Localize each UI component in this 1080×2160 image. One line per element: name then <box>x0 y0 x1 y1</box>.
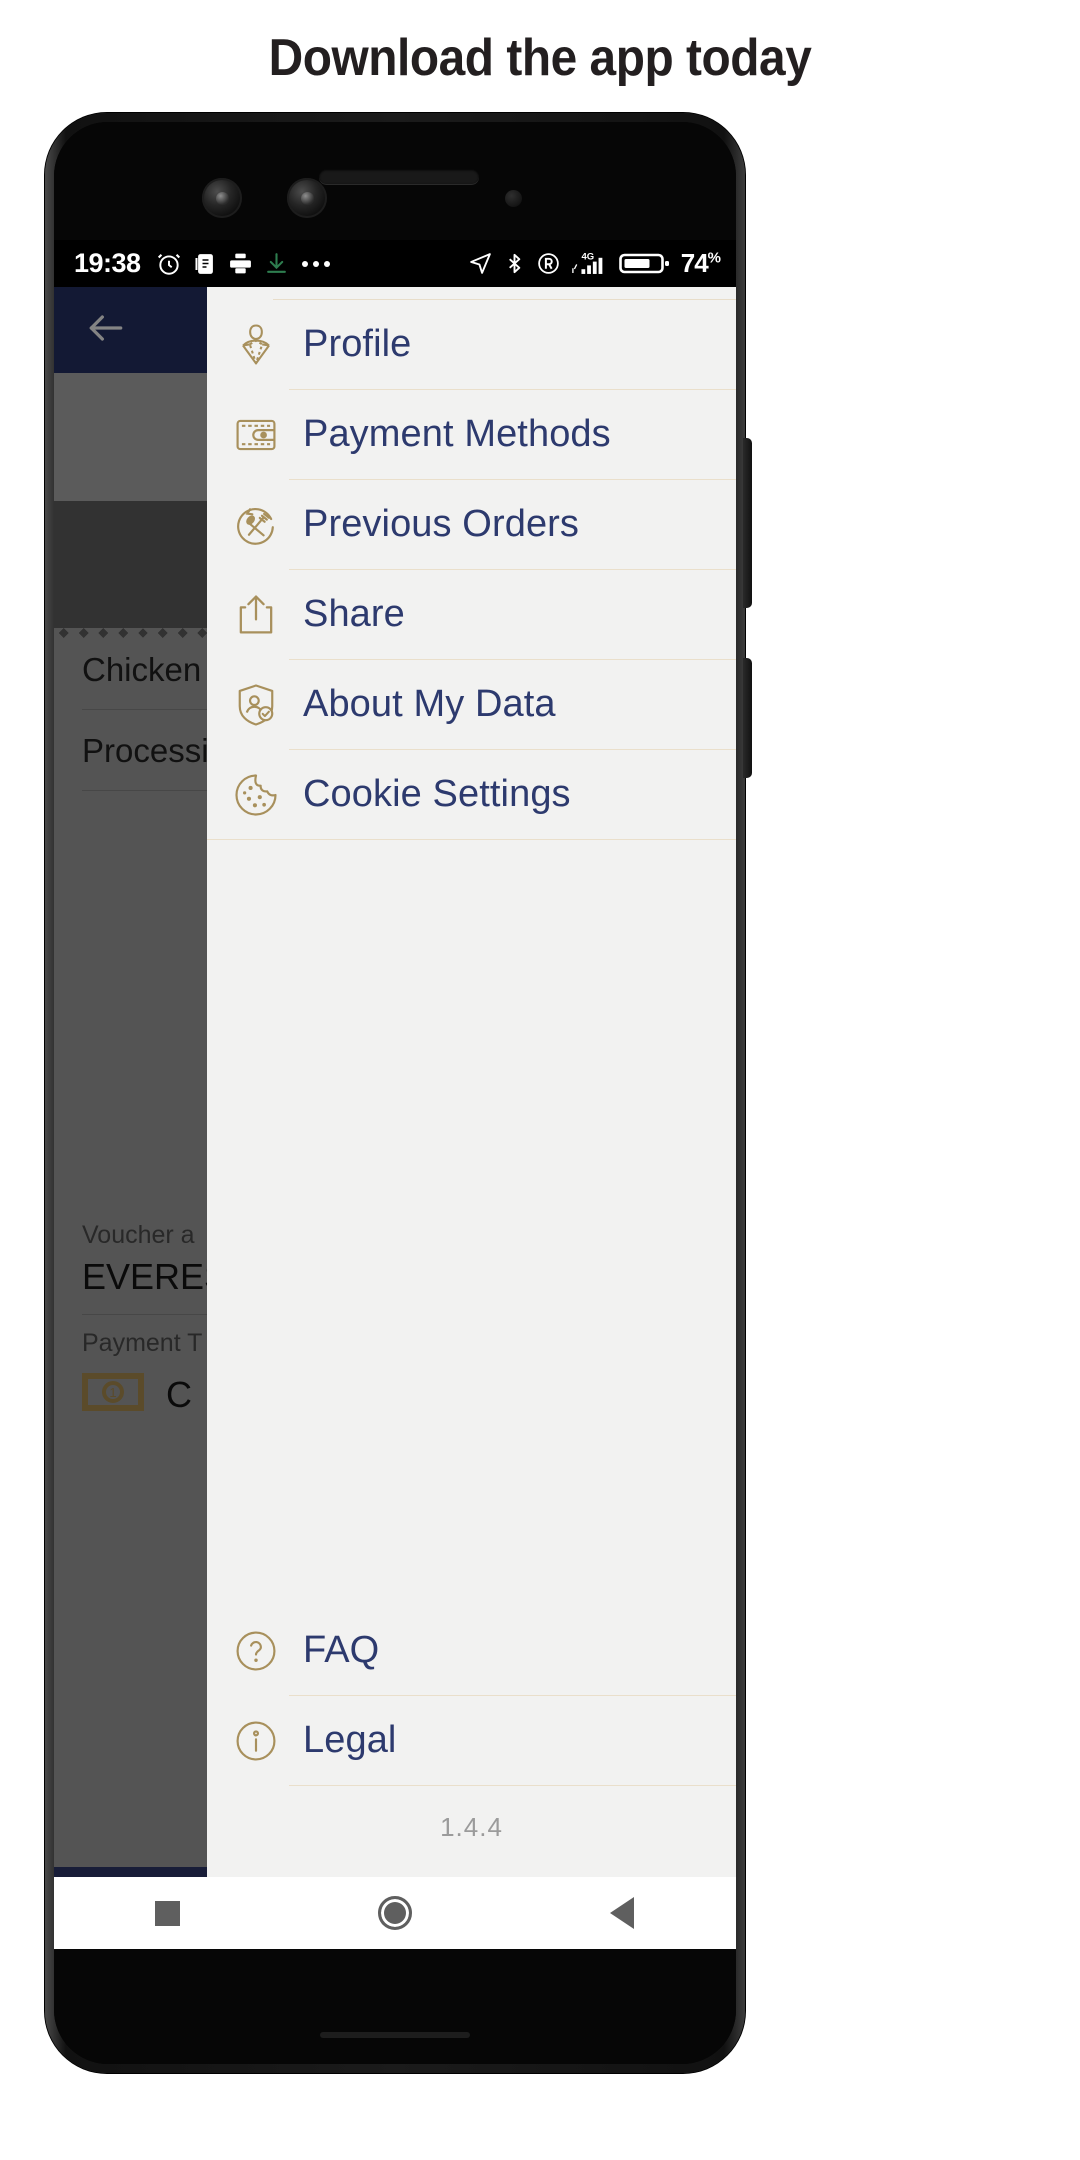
menu-item-label: Profile <box>303 323 412 365</box>
menu-item-about-my-data[interactable]: About My Data <box>207 660 736 749</box>
menu-item-label: FAQ <box>303 1629 380 1671</box>
bluetooth-icon <box>503 252 526 275</box>
phone-top-bezel <box>54 122 736 240</box>
cookie-icon <box>223 769 289 821</box>
more-dots-icon <box>300 260 332 267</box>
roaming-icon <box>536 251 561 276</box>
battery-icon <box>618 250 671 277</box>
location-icon <box>468 251 493 276</box>
status-bar: 19:38 4G 74% <box>54 240 736 287</box>
app-content: Chicken Processing Voucher a EVERES Paym… <box>54 287 736 1877</box>
battery-percent: 74% <box>680 248 721 278</box>
cutlery-history-icon <box>223 499 289 551</box>
bottom-speaker <box>320 2032 470 2038</box>
home-button[interactable] <box>340 1896 450 1930</box>
phone-screen-area: 19:38 4G 74% Chicken Processing Voucher … <box>54 122 736 2064</box>
menu-item-label: Cookie Settings <box>303 773 571 815</box>
question-circle-icon <box>223 1625 289 1677</box>
menu-item-share[interactable]: Share <box>207 570 736 659</box>
power-button[interactable] <box>743 438 752 608</box>
volume-button[interactable] <box>743 658 752 778</box>
status-time: 19:38 <box>74 248 141 278</box>
front-camera-secondary-icon <box>287 178 327 218</box>
cash-icon: 1 <box>82 1372 144 1417</box>
shield-person-icon <box>223 679 289 731</box>
triangle-icon <box>610 1897 635 1929</box>
square-icon <box>155 1900 181 1926</box>
share-icon <box>223 589 289 641</box>
recents-button[interactable] <box>113 1900 223 1926</box>
download-icon <box>264 251 289 276</box>
back-arrow-icon[interactable] <box>84 306 128 355</box>
proximity-sensor-icon <box>505 190 522 207</box>
menu-item-previous-orders[interactable]: Previous Orders <box>207 480 736 569</box>
menu-item-label: Share <box>303 593 405 635</box>
android-navigation-bar <box>54 1877 736 1949</box>
earpiece-speaker <box>319 169 479 184</box>
menu-item-label: Legal <box>303 1719 397 1761</box>
back-button[interactable] <box>567 1897 677 1929</box>
front-camera-icon <box>202 178 242 218</box>
menu-item-label: Payment Methods <box>303 413 611 455</box>
notes-icon <box>193 252 217 276</box>
drawer-spacer <box>207 840 736 1606</box>
menu-item-profile[interactable]: Profile <box>207 300 736 389</box>
svg-text:1: 1 <box>109 1385 116 1400</box>
signal-4g-icon: 4G <box>571 250 609 277</box>
navigation-drawer: Profile Payment Methods Previous Orders … <box>207 287 736 1877</box>
network-type-label: 4G <box>581 252 594 263</box>
circle-icon <box>377 1896 412 1930</box>
menu-item-legal[interactable]: Legal <box>207 1696 736 1785</box>
device-screen: 19:38 4G 74% Chicken Processing Voucher … <box>54 240 736 1949</box>
phone-bottom-bezel <box>54 1949 736 2064</box>
info-circle-icon <box>223 1715 289 1767</box>
profile-icon <box>223 319 289 371</box>
phone-mockup: 19:38 4G 74% Chicken Processing Voucher … <box>45 113 752 2073</box>
menu-item-cookie-settings[interactable]: Cookie Settings <box>207 750 736 839</box>
app-version: 1.4.4 <box>440 1812 503 1842</box>
payment-type-value: C <box>166 1373 192 1415</box>
menu-item-label: Previous Orders <box>303 503 580 545</box>
wallet-icon <box>223 409 289 461</box>
page-title: Download the app today <box>268 29 812 87</box>
menu-item-faq[interactable]: FAQ <box>207 1606 736 1695</box>
menu-item-payment-methods[interactable]: Payment Methods <box>207 390 736 479</box>
alarm-icon <box>156 251 182 277</box>
menu-item-label: About My Data <box>303 683 556 725</box>
print-icon <box>228 251 253 276</box>
